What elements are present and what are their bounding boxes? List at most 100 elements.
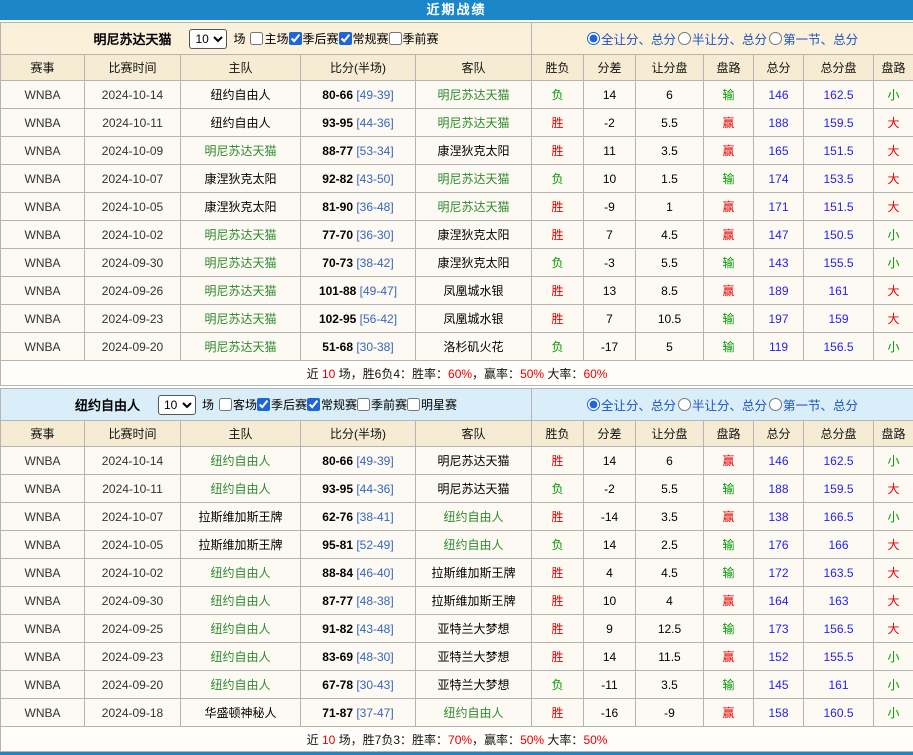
handicap-line-cell: 1: [636, 193, 704, 221]
total-line-cell: 156.5: [804, 333, 874, 361]
game-row: WNBA2024-10-11纽约自由人93-95 [44-36]明尼苏达天猫负-…: [1, 475, 913, 503]
final-score: 93-95: [322, 116, 353, 130]
half-score: [36-30]: [353, 228, 394, 242]
all-star-checkbox-input[interactable]: [407, 398, 420, 411]
away-games-checkbox[interactable]: 客场: [219, 396, 257, 413]
win-loss-cell: 负: [532, 333, 584, 361]
away-games-checkbox-input[interactable]: [219, 398, 232, 411]
score-cell: 88-77 [53-34]: [301, 137, 416, 165]
playoffs-checkbox-input[interactable]: [257, 398, 270, 411]
half-score: [48-38]: [353, 594, 394, 608]
away-team-cell: 纽约自由人: [416, 699, 532, 727]
total-points-cell: 176: [754, 531, 804, 559]
recent-count-select[interactable]: 10: [189, 29, 227, 49]
full-handicap-total-radio[interactable]: 全让分、总分: [587, 395, 676, 414]
home-games-checkbox[interactable]: 主场: [250, 30, 288, 47]
view-mode-radio-group: 全让分、总分半让分、总分第一节、总分: [587, 29, 858, 48]
total-points-cell: 146: [754, 447, 804, 475]
column-header: 分差: [584, 55, 636, 81]
over-under-cell: 大: [874, 587, 913, 615]
half-handicap-total-radio-input[interactable]: [678, 32, 691, 45]
final-score: 81-90: [322, 200, 353, 214]
checkbox-label: 季后赛: [303, 30, 339, 47]
home-team-cell: 拉斯维加斯王牌: [181, 531, 301, 559]
summary-text: 50%: [520, 367, 544, 381]
home-team-cell: 华盛顿神秘人: [181, 699, 301, 727]
regular-season-checkbox-input[interactable]: [339, 32, 352, 45]
first-quarter-total-radio-input[interactable]: [769, 32, 782, 45]
total-line-cell: 153.5: [804, 165, 874, 193]
half-handicap-total-radio[interactable]: 半让分、总分: [678, 395, 767, 414]
away-team-cell: 凤凰城水银: [416, 305, 532, 333]
game-row: WNBA2024-10-02明尼苏达天猫77-70 [36-30]康涅狄克太阳胜…: [1, 221, 913, 249]
column-header-row: 赛事比赛时间主队比分(半场)客队胜负分差让分盘盘路总分总分盘盘路: [1, 55, 913, 81]
column-header: 分差: [584, 421, 636, 447]
over-under-cell: 小: [874, 643, 913, 671]
handicap-line-cell: 5: [636, 333, 704, 361]
half-score: [43-48]: [353, 622, 394, 636]
all-star-checkbox[interactable]: 明星赛: [407, 396, 457, 413]
recent-count-select[interactable]: 10: [158, 395, 196, 415]
preseason-checkbox[interactable]: 季前赛: [357, 396, 407, 413]
over-under-cell: 小: [874, 447, 913, 475]
checkbox-label: 明星赛: [421, 396, 457, 413]
half-handicap-total-radio[interactable]: 半让分、总分: [678, 29, 767, 48]
margin-cell: 14: [584, 447, 636, 475]
first-quarter-total-radio[interactable]: 第一节、总分: [769, 29, 858, 48]
half-score: [36-48]: [353, 200, 394, 214]
over-under-cell: 大: [874, 277, 913, 305]
full-handicap-total-radio-input[interactable]: [587, 398, 600, 411]
league-cell: WNBA: [1, 305, 85, 333]
full-handicap-total-radio-input[interactable]: [587, 32, 600, 45]
score-cell: 101-88 [49-47]: [301, 277, 416, 305]
home-team-cell: 康涅狄克太阳: [181, 165, 301, 193]
full-handicap-total-radio[interactable]: 全让分、总分: [587, 29, 676, 48]
game-row: WNBA2024-09-30纽约自由人87-77 [48-38]拉斯维加斯王牌胜…: [1, 587, 913, 615]
win-loss-cell: 胜: [532, 699, 584, 727]
margin-cell: -14: [584, 503, 636, 531]
home-team-cell: 康涅狄克太阳: [181, 193, 301, 221]
home-team-cell: 明尼苏达天猫: [181, 137, 301, 165]
away-team-cell: 康涅狄克太阳: [416, 137, 532, 165]
final-score: 91-82: [322, 622, 353, 636]
over-under-cell: 小: [874, 699, 913, 727]
recent-results-page: { "title": "近期战绩", "colors": { "titlebar…: [0, 0, 913, 755]
league-cell: WNBA: [1, 559, 85, 587]
handicap-line-cell: 4: [636, 587, 704, 615]
total-line-cell: 161: [804, 277, 874, 305]
away-team-cell: 康涅狄克太阳: [416, 221, 532, 249]
first-quarter-total-radio[interactable]: 第一节、总分: [769, 395, 858, 414]
column-header-row: 赛事比赛时间主队比分(半场)客队胜负分差让分盘盘路总分总分盘盘路: [1, 421, 913, 447]
regular-season-checkbox[interactable]: 常规赛: [307, 396, 357, 413]
playoffs-checkbox[interactable]: 季后赛: [289, 30, 339, 47]
radio-label: 全让分、总分: [601, 395, 676, 414]
over-under-cell: 小: [874, 221, 913, 249]
final-score: 67-78: [322, 678, 353, 692]
date-cell: 2024-09-30: [85, 587, 181, 615]
win-loss-cell: 胜: [532, 447, 584, 475]
handicap-result-cell: 输: [704, 249, 754, 277]
date-cell: 2024-10-14: [85, 447, 181, 475]
playoffs-checkbox[interactable]: 季后赛: [257, 396, 307, 413]
date-cell: 2024-09-26: [85, 277, 181, 305]
count-suffix-label: 场: [202, 396, 214, 413]
preseason-checkbox-input[interactable]: [389, 32, 402, 45]
home-games-checkbox-input[interactable]: [250, 32, 263, 45]
league-cell: WNBA: [1, 503, 85, 531]
playoffs-checkbox-input[interactable]: [289, 32, 302, 45]
half-score: [49-47]: [356, 284, 397, 298]
regular-season-checkbox-input[interactable]: [307, 398, 320, 411]
regular-season-checkbox[interactable]: 常规赛: [339, 30, 389, 47]
column-header: 赛事: [1, 421, 85, 447]
game-row: WNBA2024-10-02纽约自由人88-84 [46-40]拉斯维加斯王牌胜…: [1, 559, 913, 587]
date-cell: 2024-09-18: [85, 699, 181, 727]
margin-cell: 10: [584, 587, 636, 615]
preseason-checkbox[interactable]: 季前赛: [389, 30, 439, 47]
preseason-checkbox-input[interactable]: [357, 398, 370, 411]
away-team-cell: 明尼苏达天猫: [416, 193, 532, 221]
away-team-cell: 亚特兰大梦想: [416, 643, 532, 671]
date-cell: 2024-10-07: [85, 503, 181, 531]
half-handicap-total-radio-input[interactable]: [678, 398, 691, 411]
total-line-cell: 162.5: [804, 81, 874, 109]
first-quarter-total-radio-input[interactable]: [769, 398, 782, 411]
